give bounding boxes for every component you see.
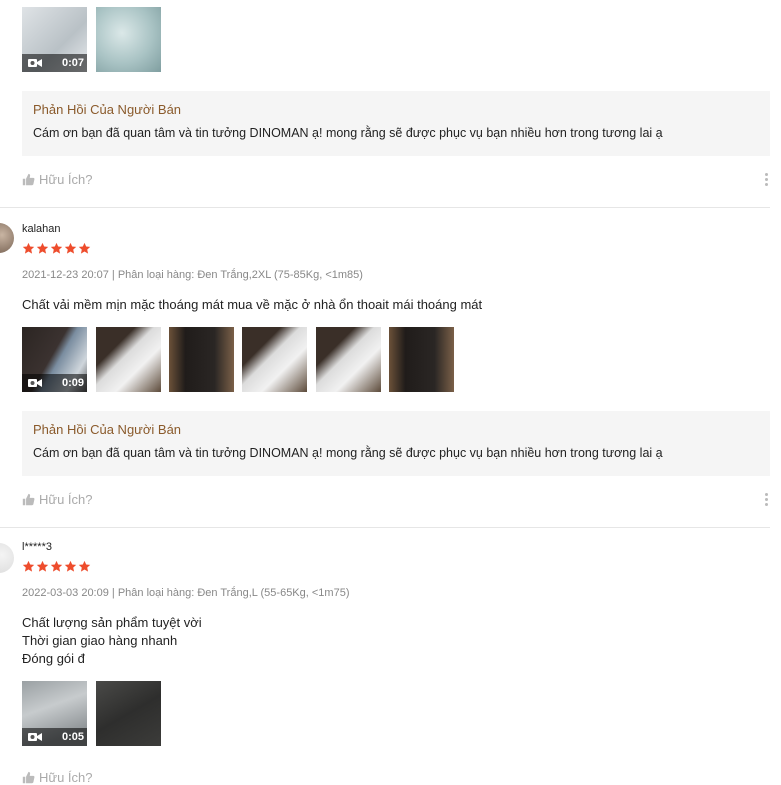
review-image-thumb[interactable] (242, 327, 307, 392)
seller-reply: Phản Hồi Của Người Bán Cám ơn bạn đã qua… (22, 91, 770, 156)
more-options-icon[interactable] (765, 173, 769, 188)
review-image-thumb[interactable] (96, 327, 161, 392)
star-icon (78, 242, 91, 255)
seller-reply-title: Phản Hồi Của Người Bán (33, 422, 182, 437)
review-meta: 2022-03-03 20:09 | Phân loại hàng: Đen T… (22, 587, 350, 599)
seller-reply-title: Phản Hồi Của Người Bán (33, 102, 182, 117)
review-image-thumb[interactable] (96, 681, 161, 746)
review-image-thumb[interactable] (96, 7, 161, 72)
reviewer-name[interactable]: kalahan (22, 223, 61, 235)
avatar[interactable] (0, 543, 14, 573)
review-comment-line: Chất lượng sản phẩm tuyệt vời (22, 615, 202, 630)
review-image-thumb[interactable] (389, 327, 454, 392)
helpful-button[interactable]: Hữu Ích? (22, 172, 93, 187)
video-camera-icon (28, 58, 42, 68)
review-comment-line: Thời gian giao hàng nhanh (22, 633, 178, 648)
star-icon (64, 560, 77, 573)
helpful-label: Hữu Ích? (39, 770, 93, 785)
review-divider (0, 207, 770, 208)
review-video-thumb[interactable]: 0:05 (22, 681, 87, 746)
reviewer-name[interactable]: l*****3 (22, 541, 52, 553)
video-duration: 0:07 (61, 57, 84, 69)
video-duration-bar: 0:07 (22, 54, 87, 72)
video-camera-icon (28, 732, 42, 742)
helpful-button[interactable]: Hữu Ích? (22, 492, 93, 507)
star-icon (64, 242, 77, 255)
star-rating (22, 560, 91, 573)
video-duration: 0:09 (61, 377, 84, 389)
star-rating (22, 242, 91, 255)
review-image-thumb[interactable] (316, 327, 381, 392)
seller-reply-text: Cám ơn bạn đã quan tâm và tin tưởng DINO… (33, 126, 663, 140)
video-duration: 0:05 (61, 731, 84, 743)
review-video-thumb[interactable]: 0:09 (22, 327, 87, 392)
star-icon (36, 242, 49, 255)
star-icon (22, 242, 35, 255)
review-comment: Chất vải mềm mịn mặc thoáng mát mua về m… (22, 297, 483, 312)
review-divider (0, 527, 770, 528)
star-icon (22, 560, 35, 573)
thumbs-up-icon (22, 493, 35, 506)
review-meta: 2021-12-23 20:07 | Phân loại hàng: Đen T… (22, 269, 363, 281)
star-icon (36, 560, 49, 573)
review-image-thumb[interactable] (169, 327, 234, 392)
avatar[interactable] (0, 223, 14, 253)
seller-reply-text: Cám ơn bạn đã quan tâm và tin tưởng DINO… (33, 446, 663, 460)
helpful-button[interactable]: Hữu Ích? (22, 770, 93, 785)
more-options-icon[interactable] (765, 493, 769, 508)
review-comment-line: Đóng gói đ (22, 651, 85, 666)
seller-reply: Phản Hồi Của Người Bán Cám ơn bạn đã qua… (22, 411, 770, 476)
star-icon (50, 560, 63, 573)
video-duration-bar: 0:09 (22, 374, 87, 392)
thumbs-up-icon (22, 173, 35, 186)
star-icon (50, 242, 63, 255)
video-camera-icon (28, 378, 42, 388)
helpful-label: Hữu Ích? (39, 492, 93, 507)
helpful-label: Hữu Ích? (39, 172, 93, 187)
star-icon (78, 560, 91, 573)
video-duration-bar: 0:05 (22, 728, 87, 746)
thumbs-up-icon (22, 771, 35, 784)
review-video-thumb[interactable]: 0:07 (22, 7, 87, 72)
